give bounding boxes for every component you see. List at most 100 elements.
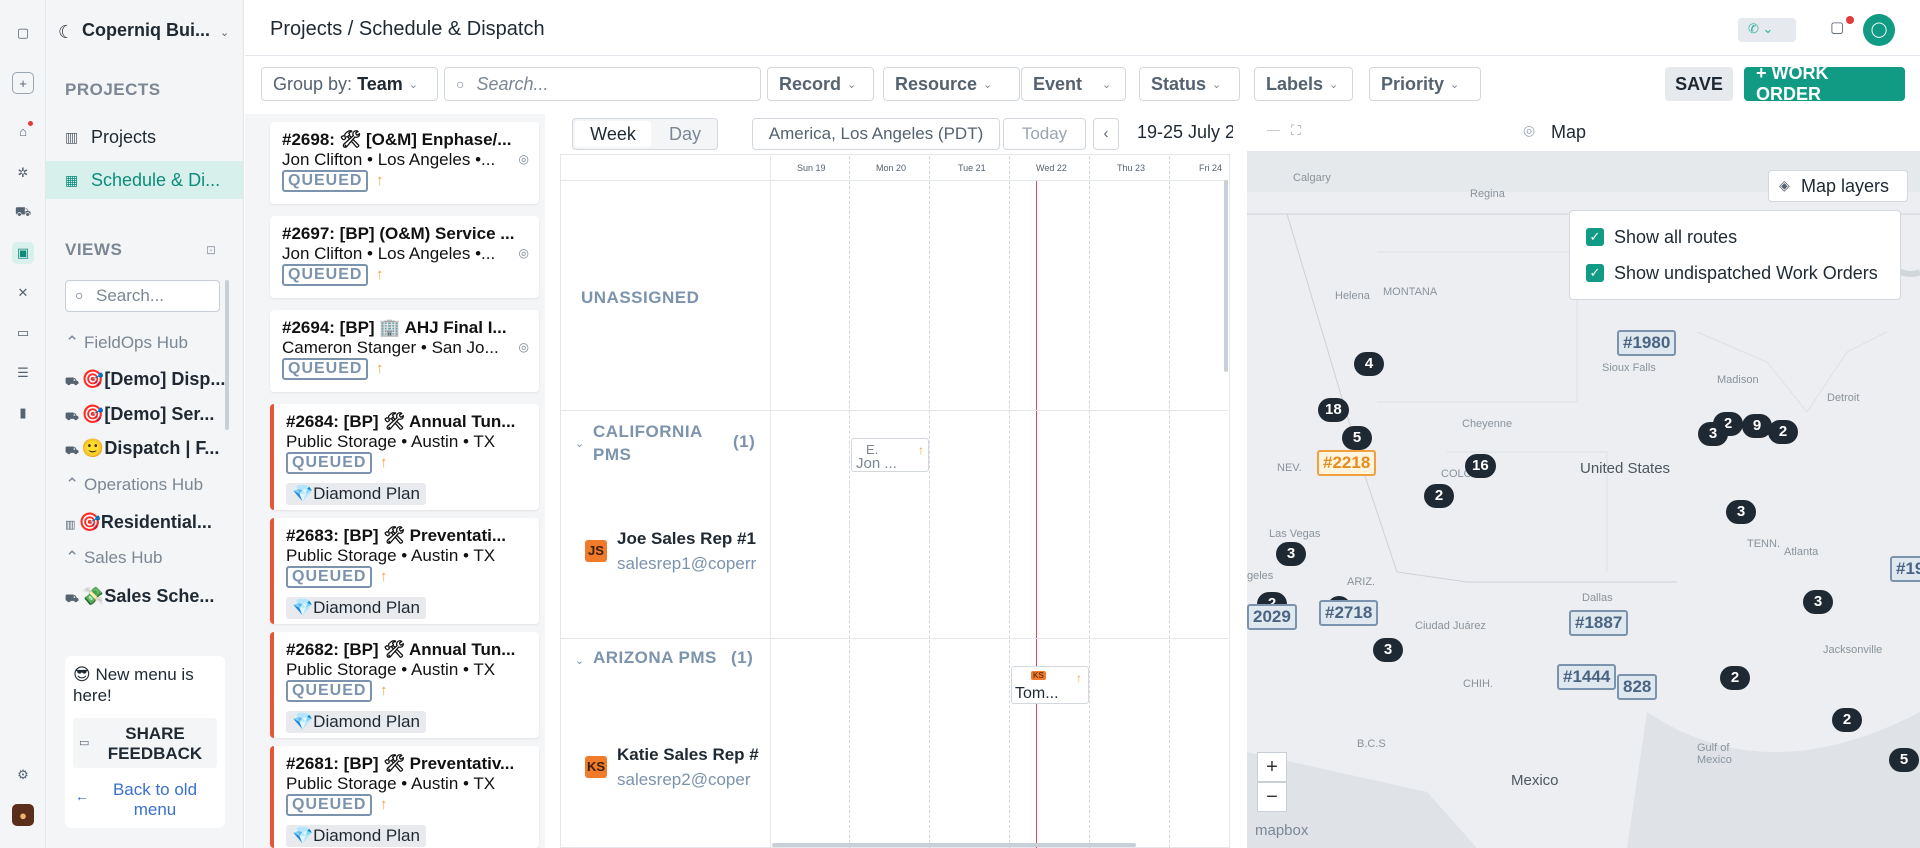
map-cluster[interactable]: 3 [1276, 542, 1306, 566]
truck-icon[interactable]: ⛟ [12, 202, 34, 224]
member-name[interactable]: Joe Sales Rep #1 [617, 529, 763, 549]
tools-icon[interactable]: ✲ [12, 162, 34, 184]
filter-status[interactable]: Status ⌄ [1139, 67, 1240, 101]
map-cluster[interactable]: 5 [1889, 748, 1919, 772]
filter-record[interactable]: Record ⌄ [767, 67, 874, 101]
filter-event[interactable]: Event ⌄ [1021, 67, 1126, 101]
map-cluster[interactable]: 2 [1768, 420, 1798, 444]
view-item[interactable]: ⛟ 💸Sales Sche... [65, 586, 214, 607]
user-avatar[interactable]: ● [12, 804, 34, 826]
chevron-down-icon[interactable]: ⌄ [220, 26, 229, 39]
day-view-button[interactable]: Day [655, 121, 715, 147]
nav-item-schedule[interactable]: ▦ Schedule & Di... [46, 161, 243, 199]
work-order-marker[interactable]: #2718 [1319, 600, 1379, 626]
group-arizona-label[interactable]: ARIZONA PMS [593, 648, 717, 668]
save-button[interactable]: SAVE [1665, 67, 1733, 101]
work-order-marker[interactable]: 2029 [1247, 604, 1297, 630]
work-order-marker[interactable]: #19 [1890, 556, 1920, 582]
nav-scrollbar[interactable] [225, 280, 229, 430]
phone-icon[interactable]: ✆ ⌄ [1738, 18, 1796, 42]
schedule-event[interactable]: KS Tom... ↑ [1011, 666, 1089, 704]
hub-sales[interactable]: ⌃ Sales Hub [65, 548, 162, 568]
minimize-icon[interactable]: — [1267, 122, 1280, 137]
schedule-event[interactable]: E. Jon ... ↑ [851, 438, 929, 472]
workspace-name[interactable]: Coperniq Bui... [82, 20, 210, 41]
map-cluster[interactable]: 18 [1318, 398, 1349, 422]
map-layers-button[interactable]: ◈ Map layers [1768, 170, 1908, 202]
plan-label: 💎Diamond Plan [286, 711, 426, 733]
show-undispatched-checkbox[interactable]: ✓ [1586, 264, 1604, 282]
work-order-card[interactable]: #2681: [BP] 🛠 Preventativ... Public Stor… [270, 746, 539, 848]
bar-chart-icon[interactable]: ▮ [12, 402, 34, 424]
work-order-marker[interactable]: 828 [1617, 674, 1658, 700]
views-search-input[interactable]: ○ Search... [65, 280, 220, 312]
hub-operations[interactable]: ⌃ Operations Hub [65, 475, 203, 495]
zoom-out-button[interactable]: − [1257, 782, 1287, 812]
expand-icon[interactable]: ⛶ [1291, 122, 1301, 139]
hub-fieldops[interactable]: ⌃ FieldOps Hub [65, 333, 188, 353]
status-badge: QUEUED [286, 794, 373, 816]
schedule-scrollbar[interactable] [1224, 180, 1228, 372]
map-cluster[interactable]: 3 [1803, 590, 1833, 614]
map-cluster[interactable]: 2 [1424, 484, 1454, 508]
wrench-icon[interactable]: ✕ [12, 282, 34, 304]
briefcase-icon[interactable]: ▣ [12, 242, 34, 264]
map-cluster[interactable]: 16 [1465, 454, 1496, 478]
schedule-h-scrollbar[interactable] [772, 843, 1136, 847]
week-view-button[interactable]: Week [575, 121, 651, 147]
grid-line [560, 638, 1228, 639]
map-cluster[interactable]: 2 [1832, 708, 1862, 732]
show-all-routes-checkbox[interactable]: ✓ [1586, 228, 1604, 246]
work-order-card[interactable]: #2682: [BP] 🛠 Annual Tun... Public Stora… [270, 632, 539, 738]
work-order-card[interactable]: #2694: [BP] 🏢 AHJ Final I... Cameron Sta… [270, 310, 539, 392]
wallet-icon[interactable]: ▭ [12, 322, 34, 344]
work-order-card[interactable]: #2683: [BP] 🛠 Preventati... Public Stora… [270, 518, 539, 624]
group-by-dropdown[interactable]: Group by: Team ⌄ [261, 67, 438, 101]
map-cluster[interactable]: 5 [1342, 426, 1372, 450]
view-item[interactable]: ⛟ 🙂Dispatch | F... [65, 438, 219, 459]
map-cluster[interactable]: 4 [1354, 352, 1384, 376]
work-order-card[interactable]: #2697: [BP] (O&M) Service ... Jon Clifto… [270, 216, 539, 298]
grid-line [1089, 156, 1090, 848]
gear-icon[interactable]: ⚙ [12, 764, 34, 786]
chevron-down-icon[interactable]: ⌄ [575, 437, 584, 450]
back-to-old-menu-link[interactable]: Back to old menu [95, 780, 215, 820]
filter-labels[interactable]: Labels ⌄ [1254, 67, 1353, 101]
plus-icon[interactable]: + [12, 72, 34, 94]
filter-priority[interactable]: Priority ⌄ [1369, 67, 1481, 101]
filter-resource[interactable]: Resource ⌄ [883, 67, 1020, 101]
add-work-order-button[interactable]: + WORK ORDER [1744, 63, 1905, 104]
search-icon: ○ [456, 76, 465, 92]
work-order-marker[interactable]: #1444 [1557, 664, 1617, 690]
home-icon[interactable]: ⌂ [12, 120, 34, 142]
notification-bell-icon[interactable]: ▢ [1830, 16, 1854, 40]
work-order-marker[interactable]: #1980 [1617, 330, 1677, 356]
work-order-card[interactable]: #2698: 🛠 [O&M] Enphase/... Jon Clifton •… [270, 122, 539, 204]
view-item[interactable]: ▥ 🎯Residential... [65, 512, 212, 533]
map-cluster[interactable]: 2 [1720, 666, 1750, 690]
nav-item-projects[interactable]: ▥ Projects [46, 118, 243, 156]
work-order-marker[interactable]: #2218 [1317, 450, 1377, 476]
folder-add-icon[interactable]: ⊡ [206, 243, 216, 257]
chevron-down-icon[interactable]: ⌄ [575, 654, 584, 667]
map-cluster[interactable]: 3 [1373, 638, 1403, 662]
member-name[interactable]: Katie Sales Rep # [617, 745, 763, 765]
search-input[interactable]: ○ Search... [444, 67, 761, 101]
work-order-card[interactable]: #2684: [BP] 🛠 Annual Tun... Public Stora… [270, 404, 539, 510]
sidebar-toggle-icon[interactable]: ▢ [12, 22, 34, 44]
map-canvas[interactable]: Calgary Regina Helena MONTANA Sioux Fall… [1247, 152, 1920, 848]
timezone-selector[interactable]: America, Los Angeles (PDT) [752, 118, 1000, 150]
today-button[interactable]: Today [1003, 118, 1086, 150]
group-california-label[interactable]: CALIFORNIA PMS [593, 420, 713, 466]
map-cluster[interactable]: 3 [1726, 500, 1756, 524]
chat-icon[interactable]: ◯ [1863, 14, 1895, 46]
prev-week-button[interactable]: ‹ [1093, 118, 1119, 150]
share-feedback-button[interactable]: ▭ SHARE FEEDBACK [73, 718, 217, 768]
zoom-in-button[interactable]: + [1257, 752, 1287, 782]
status-badge: QUEUED [282, 358, 369, 380]
map-cluster[interactable]: 3 [1698, 422, 1728, 446]
view-item[interactable]: ⛟ 🎯[Demo] Ser... [65, 404, 214, 425]
view-item[interactable]: ⛟ 🎯[Demo] Disp... [65, 369, 225, 390]
work-order-marker[interactable]: #1887 [1569, 610, 1629, 636]
database-icon[interactable]: ☰ [12, 362, 34, 384]
